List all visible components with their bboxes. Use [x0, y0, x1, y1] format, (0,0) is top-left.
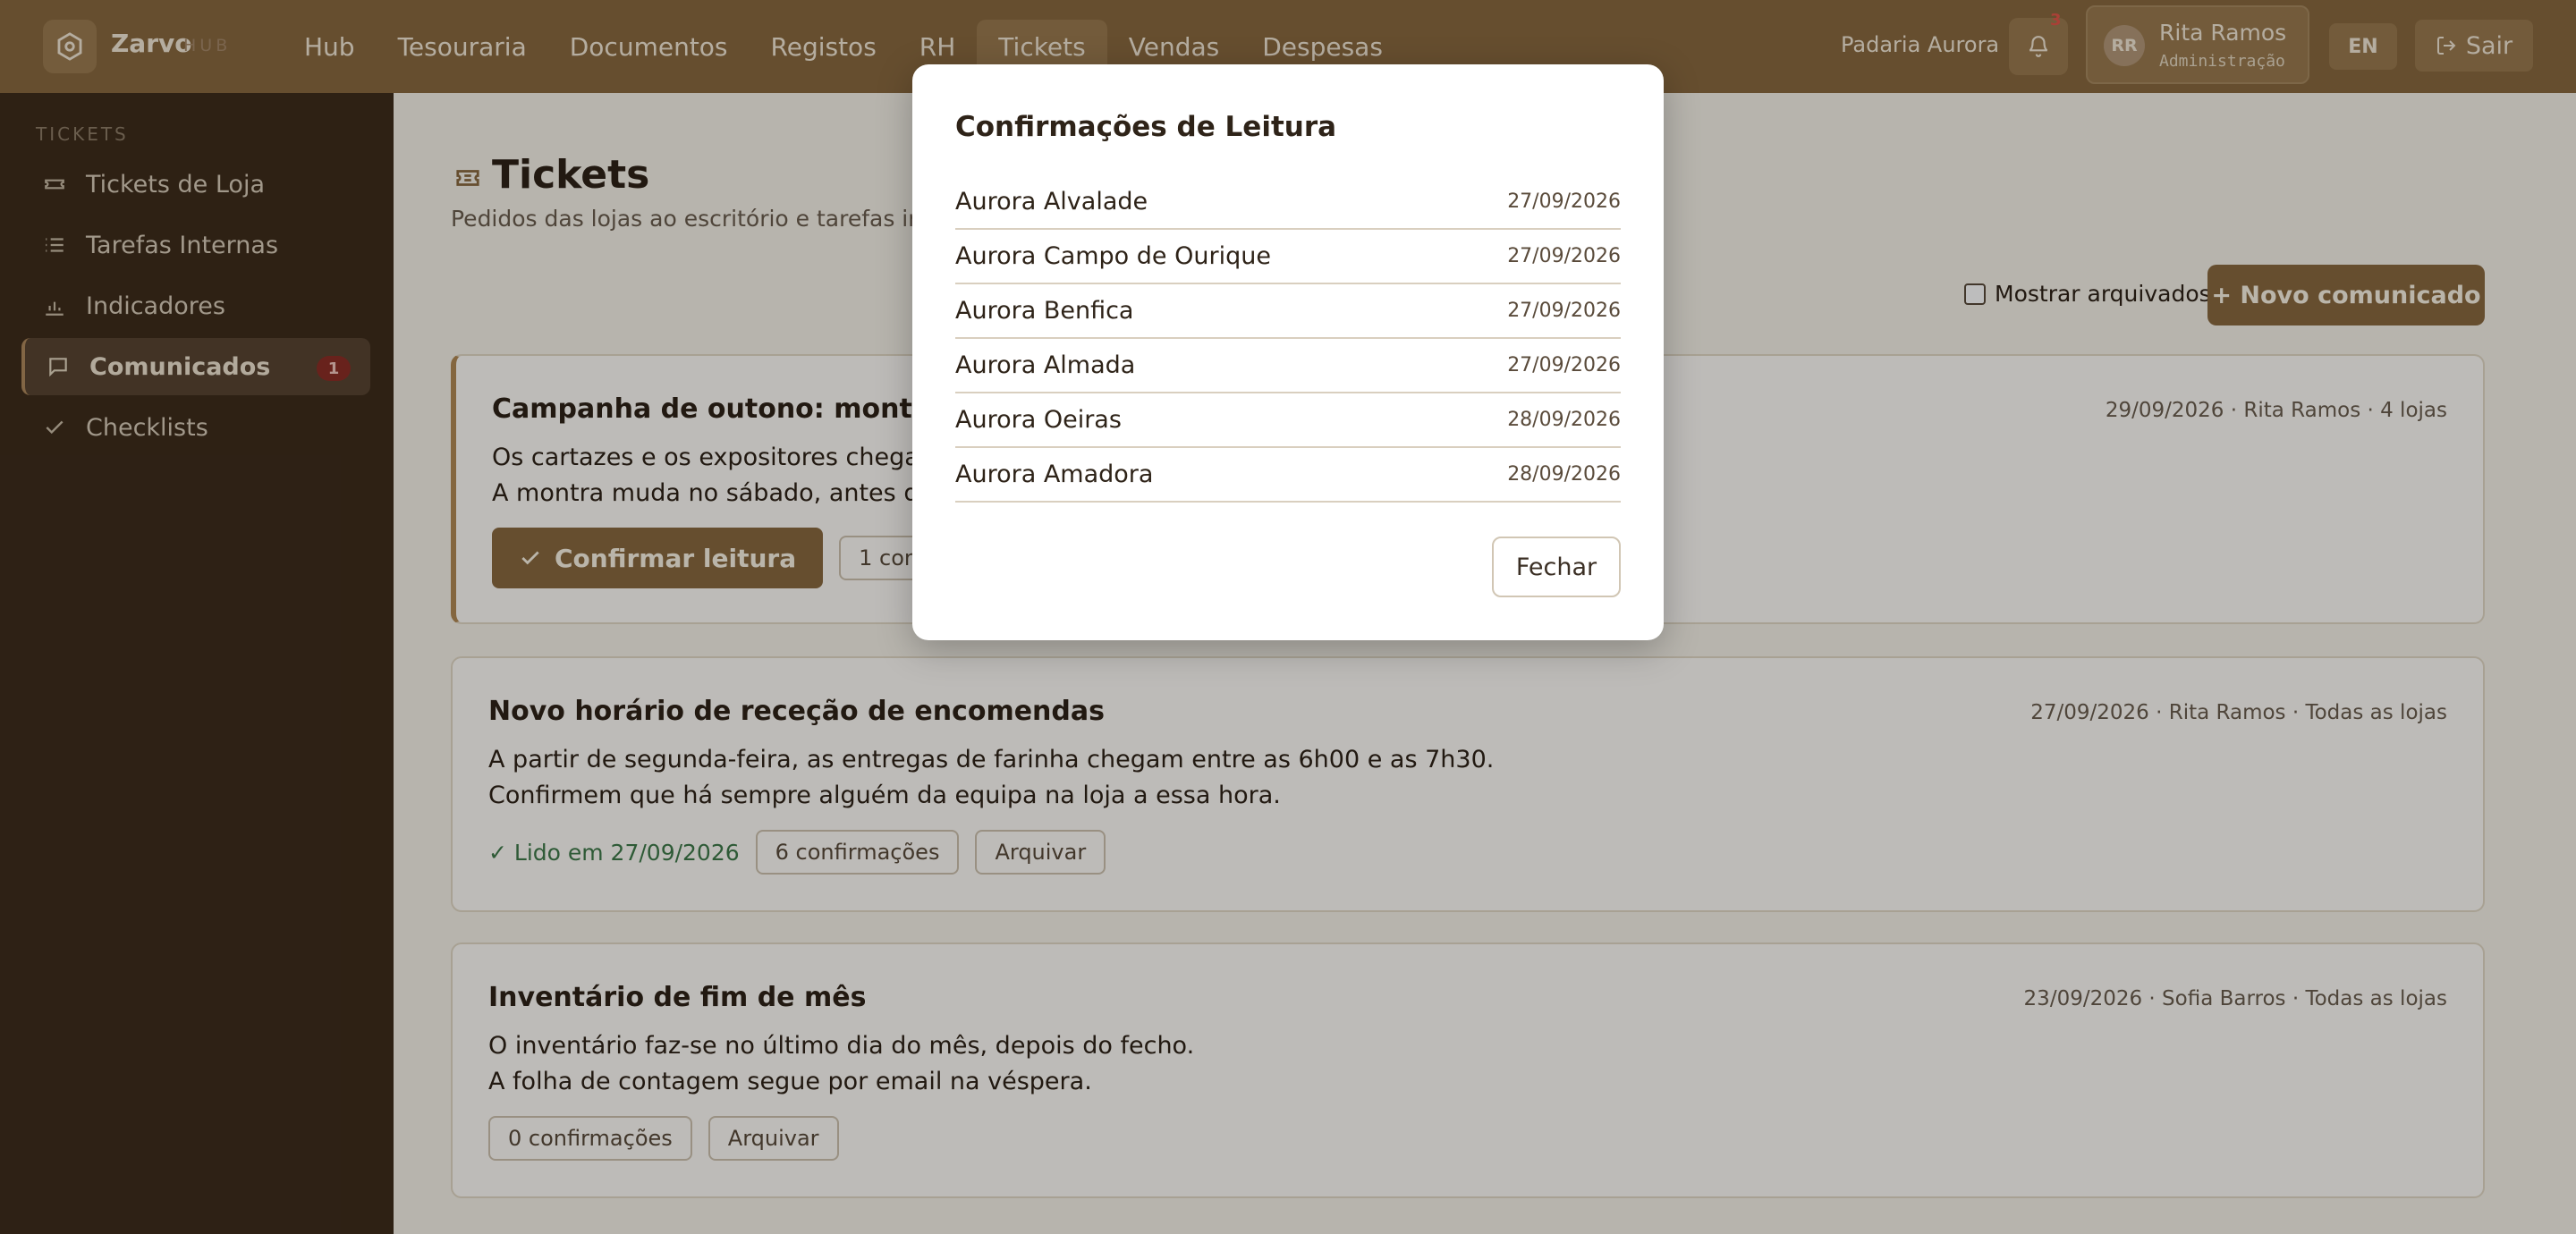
store-name: Aurora Almada — [955, 351, 1136, 379]
list-item: Aurora Amadora 28/09/2026 — [955, 448, 1621, 503]
confirmation-date: 28/09/2026 — [1507, 463, 1621, 486]
confirmation-date: 27/09/2026 — [1507, 354, 1621, 376]
close-button[interactable]: Fechar — [1492, 537, 1621, 597]
store-name: Aurora Amadora — [955, 461, 1154, 488]
store-name: Aurora Benfica — [955, 297, 1134, 325]
list-item: Aurora Oeiras 28/09/2026 — [955, 393, 1621, 448]
confirmations-list: Aurora Alvalade 27/09/2026 Aurora Campo … — [955, 175, 1621, 503]
confirmation-date: 27/09/2026 — [1507, 300, 1621, 322]
store-name: Aurora Alvalade — [955, 188, 1148, 216]
read-confirmations-dialog: Confirmações de Leitura Aurora Alvalade … — [912, 64, 1664, 640]
list-item: Aurora Almada 27/09/2026 — [955, 339, 1621, 393]
list-item: Aurora Campo de Ourique 27/09/2026 — [955, 230, 1621, 284]
confirmation-date: 28/09/2026 — [1507, 409, 1621, 431]
list-item: Aurora Alvalade 27/09/2026 — [955, 175, 1621, 230]
confirmation-date: 27/09/2026 — [1507, 245, 1621, 267]
confirmation-date: 27/09/2026 — [1507, 190, 1621, 213]
store-name: Aurora Oeiras — [955, 406, 1122, 434]
dialog-title: Confirmações de Leitura — [955, 111, 1337, 143]
store-name: Aurora Campo de Ourique — [955, 242, 1271, 270]
list-item: Aurora Benfica 27/09/2026 — [955, 284, 1621, 339]
